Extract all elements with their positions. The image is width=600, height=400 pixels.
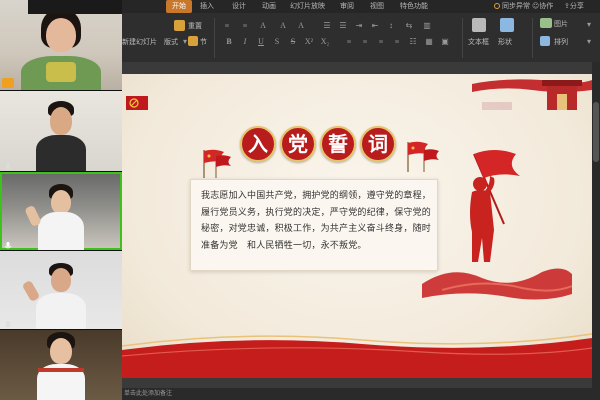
reset-button[interactable]: 重置 bbox=[188, 21, 202, 31]
video-overlay-bar bbox=[28, 0, 122, 14]
screen: 开始 插入 设计 动画 幻灯片放映 审阅 视图 特色功能 同步异常 ☺协作 ⇪分… bbox=[0, 0, 600, 400]
tab-home[interactable]: 开始 bbox=[166, 0, 192, 13]
align-center-icon[interactable]: ≡ bbox=[360, 37, 370, 47]
text-fill-icon[interactable]: ▦ bbox=[424, 37, 434, 47]
title-char-1: 入 bbox=[240, 126, 276, 162]
align-right-icon[interactable]: ≡ bbox=[376, 37, 386, 47]
align-left-icon[interactable]: ≡ bbox=[344, 37, 354, 47]
oath-text: 我志愿加入中国共产党，拥护党的纲领，遵守党的章程， 履行党员义务，执行党的决定，… bbox=[201, 188, 433, 254]
participant-video bbox=[21, 263, 96, 329]
section-icon bbox=[188, 36, 198, 46]
line-spacing-icon[interactable]: ↕ bbox=[386, 21, 396, 31]
list-number-icon[interactable]: ☰ bbox=[338, 21, 348, 31]
justify-icon[interactable]: ≡ bbox=[392, 37, 402, 47]
tiananmen-decoration-icon bbox=[472, 79, 592, 110]
oath-line: 准备为党 和人民牺牲一切，永不叛党。 bbox=[201, 240, 367, 251]
shape-button[interactable]: 形状 bbox=[498, 37, 512, 47]
share-button[interactable]: ⇪分享 bbox=[564, 0, 584, 13]
menu-bar: 开始 插入 设计 动画 幻灯片放映 审阅 视图 特色功能 同步异常 ☺协作 ⇪分… bbox=[122, 0, 600, 13]
ribbon-toolbar: 开始 插入 设计 动画 幻灯片放映 审阅 视图 特色功能 同步异常 ☺协作 ⇪分… bbox=[122, 0, 600, 62]
textbox-button[interactable]: 文本框 bbox=[468, 37, 489, 47]
font-size-down-icon[interactable]: A bbox=[296, 21, 306, 31]
slide-workspace: 入 党 誓 词 我志愿加入中国共产党，拥护党的纲领，遵守党的章程， 履行党员义务… bbox=[122, 62, 600, 388]
participant-tile[interactable] bbox=[0, 251, 122, 329]
participant-tile[interactable] bbox=[0, 330, 122, 400]
sync-icon bbox=[494, 3, 500, 9]
scrollbar-thumb[interactable] bbox=[593, 102, 599, 162]
more-icon[interactable]: ▾ bbox=[584, 20, 594, 30]
microphone-icon[interactable] bbox=[3, 315, 13, 328]
indent-icon[interactable]: ⇥ bbox=[354, 21, 364, 31]
oath-line: 我志愿加入中国共产党，拥护党的纲领，遵守党的章程， bbox=[201, 191, 432, 201]
superscript-icon[interactable]: X² bbox=[304, 37, 314, 47]
arrange-button[interactable]: 排列 bbox=[554, 37, 568, 47]
reset-icon bbox=[174, 20, 185, 31]
participant-tile-active[interactable] bbox=[0, 172, 122, 250]
vertical-scrollbar[interactable] bbox=[592, 62, 600, 388]
strike-icon[interactable]: S bbox=[288, 37, 298, 47]
party-emblem-icon bbox=[126, 96, 148, 110]
microphone-icon[interactable] bbox=[3, 236, 13, 249]
flag-left-icon bbox=[203, 149, 231, 178]
flag-right-icon bbox=[407, 141, 439, 172]
picture-button[interactable]: 图片 bbox=[554, 19, 568, 29]
arrange-dropdown-icon[interactable]: ▾ bbox=[584, 37, 594, 47]
section-button[interactable]: 节 bbox=[200, 37, 207, 47]
picture-icon bbox=[540, 18, 552, 28]
notes-placeholder: 单击此处添加备注 bbox=[124, 390, 173, 397]
align-format-icon[interactable]: ≡ bbox=[240, 21, 250, 31]
participant-video bbox=[24, 184, 96, 250]
tab-animation[interactable]: 动画 bbox=[262, 0, 276, 13]
participant-video bbox=[31, 101, 91, 171]
red-cloud-decoration-icon bbox=[422, 268, 572, 300]
shadow-icon[interactable]: S bbox=[272, 37, 282, 47]
tab-review[interactable]: 审阅 bbox=[340, 0, 354, 13]
title-char-2: 党 bbox=[280, 126, 316, 162]
sync-status[interactable]: 同步异常 bbox=[494, 0, 530, 13]
text-outline-icon[interactable]: ▣ bbox=[440, 37, 450, 47]
participant-tile[interactable] bbox=[0, 0, 122, 90]
layout-button[interactable]: 版式 bbox=[164, 37, 178, 47]
collab-button[interactable]: ☺协作 bbox=[532, 0, 553, 13]
oath-textbox[interactable]: 我志愿加入中国共产党，拥护党的纲领，遵守党的章程， 履行党员义务，执行党的决定，… bbox=[190, 179, 438, 271]
textbox-icon bbox=[472, 18, 486, 32]
tab-special[interactable]: 特色功能 bbox=[400, 0, 428, 13]
arrange-icon bbox=[540, 36, 550, 46]
paragraph-format-icon[interactable]: ≡ bbox=[222, 21, 232, 31]
participant-video bbox=[16, 8, 106, 90]
tab-design[interactable]: 设计 bbox=[232, 0, 246, 13]
distribute-icon[interactable]: ☷ bbox=[408, 37, 418, 47]
shape-icon bbox=[500, 18, 514, 32]
participant-video bbox=[26, 332, 96, 400]
tab-insert[interactable]: 插入 bbox=[200, 0, 214, 13]
slide-canvas[interactable]: 入 党 誓 词 我志愿加入中国共产党，拥护党的纲领，遵守党的章程， 履行党员义务… bbox=[122, 74, 592, 378]
notes-bar[interactable]: 单击此处添加备注 bbox=[122, 388, 600, 400]
title-char-3: 誓 bbox=[320, 126, 356, 162]
bold-icon[interactable]: B bbox=[224, 37, 234, 47]
divider bbox=[462, 18, 463, 58]
speaker-indicator-icon bbox=[2, 78, 14, 88]
new-slide-button[interactable]: 新建幻灯片 bbox=[122, 37, 157, 47]
divider bbox=[532, 18, 533, 58]
oath-line: 秘密，对党忠诚，积极工作，为共产主义奋斗终身，随时 bbox=[201, 224, 432, 234]
underline-icon[interactable]: U bbox=[256, 37, 266, 47]
bottom-wave-decoration-icon bbox=[122, 333, 592, 378]
participant-tile[interactable] bbox=[0, 91, 122, 171]
list-bullet-icon[interactable]: ☰ bbox=[322, 21, 332, 31]
tab-slideshow[interactable]: 幻灯片放映 bbox=[290, 0, 325, 13]
outdent-icon[interactable]: ⇤ bbox=[370, 21, 380, 31]
text-direction-icon[interactable]: ⇆ bbox=[404, 21, 414, 31]
title-char-4: 词 bbox=[360, 126, 396, 162]
subscript-icon[interactable]: X₂ bbox=[320, 37, 330, 47]
italic-icon[interactable]: I bbox=[240, 37, 250, 47]
divider bbox=[214, 18, 215, 58]
participant-strip bbox=[0, 0, 122, 400]
tab-view[interactable]: 视图 bbox=[370, 0, 384, 13]
font-color-icon[interactable]: A bbox=[278, 21, 288, 31]
clear-format-icon[interactable]: A bbox=[258, 21, 268, 31]
microphone-icon[interactable] bbox=[3, 157, 13, 170]
oath-line: 履行党员义务，执行党的决定，严守党的纪律，保守党的 bbox=[201, 207, 432, 218]
columns-icon[interactable]: ▥ bbox=[422, 21, 432, 31]
